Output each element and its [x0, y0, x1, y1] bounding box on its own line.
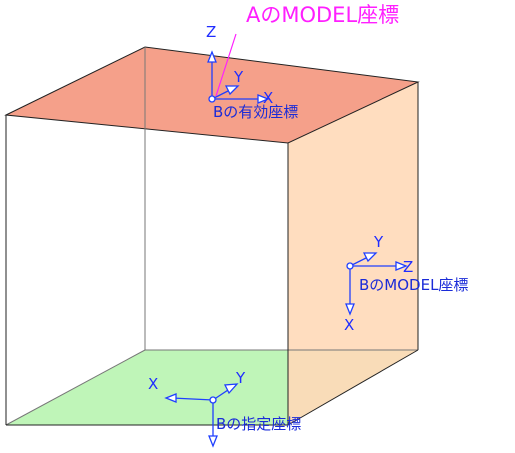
z-arrow-icon: [208, 435, 218, 448]
top-axis-z-label: Z: [206, 23, 216, 41]
bottom-axis-x-label: X: [148, 375, 158, 393]
right-axis-y-label: Y: [373, 233, 384, 251]
b-model-coord-label: BのMODEL座標: [359, 276, 468, 294]
right-axis-z-label: Z: [403, 258, 413, 276]
effective-coord-label: Bの有効座標: [213, 103, 298, 121]
top-axis-y-label: Y: [233, 68, 244, 86]
cube-diagram: AのMODEL座標 Z Y X Bの有効座標 Y Z X BのMODEL座標 X…: [4, 3, 468, 448]
bottom-axis-y-label: Y: [235, 369, 246, 387]
diagram-canvas: AのMODEL座標 Z Y X Bの有効座標 Y Z X BのMODEL座標 X…: [0, 0, 515, 453]
title-label: AのMODEL座標: [246, 3, 399, 27]
specified-coord-label: Bの指定座標: [216, 415, 301, 433]
right-axis-x-label: X: [344, 316, 354, 334]
